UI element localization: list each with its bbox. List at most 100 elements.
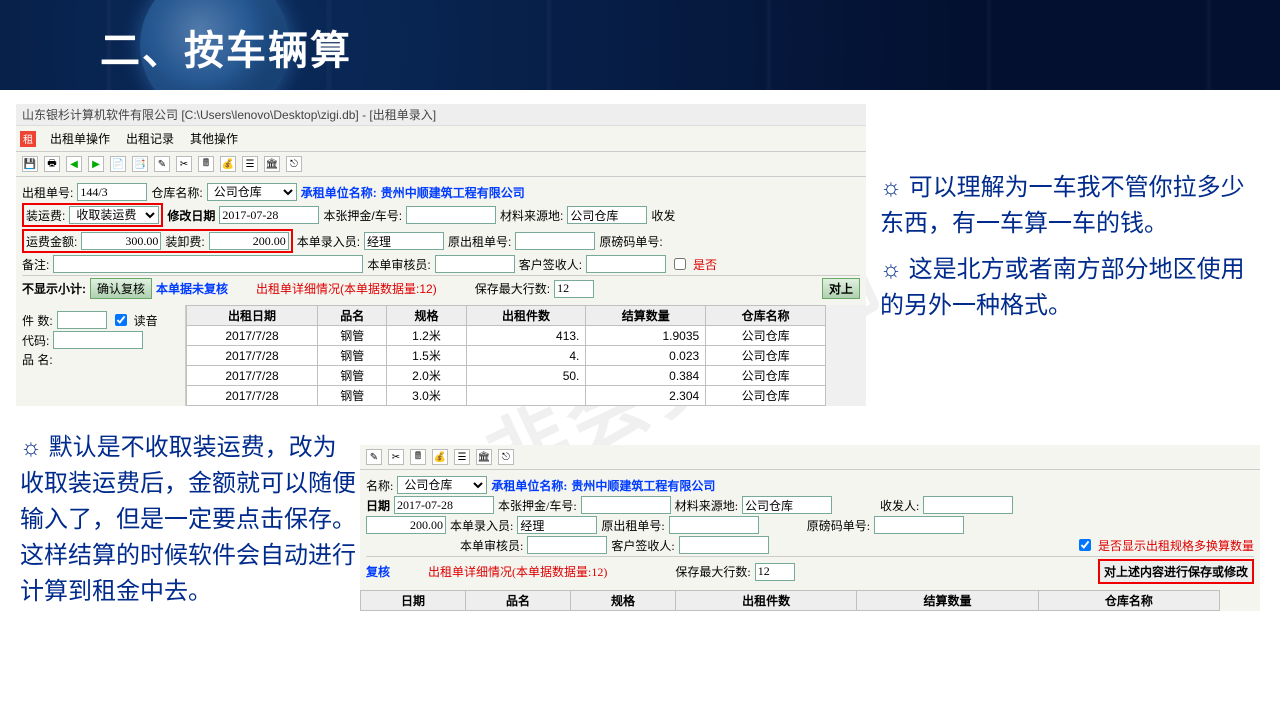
- input-audit[interactable]: [435, 255, 515, 273]
- tool-next-icon[interactable]: ▶: [88, 156, 104, 172]
- label-flag-partial: 是否: [693, 256, 717, 273]
- detail-info-2: 出租单详细情况(本单据数据量:12): [428, 563, 607, 580]
- input2-entry[interactable]: [517, 516, 597, 534]
- label2-store: 名称:: [366, 477, 393, 494]
- label2-entry: 本单录入员:: [450, 517, 513, 534]
- col2-store[interactable]: 仓库名称: [1038, 591, 1219, 611]
- tool-cut-icon[interactable]: ✂: [176, 156, 192, 172]
- input2-load-fee[interactable]: [366, 516, 446, 534]
- col-name[interactable]: 品名: [318, 306, 387, 326]
- toolbar-2: ✎ ✂ 🖩 💰 ☰ 🏛 ⎋: [360, 445, 1260, 470]
- tool2-cut-icon[interactable]: ✂: [388, 449, 404, 465]
- tool-new-icon[interactable]: 📄: [110, 156, 126, 172]
- note-r2: 这是北方或者南方部分地区使用的另外一种格式。: [880, 252, 1260, 324]
- col2-name[interactable]: 品名: [466, 591, 571, 611]
- tool-edit-icon[interactable]: ✎: [154, 156, 170, 172]
- col-qty[interactable]: 出租件数: [466, 306, 586, 326]
- tool-list-icon[interactable]: ☰: [242, 156, 258, 172]
- label2-audit: 本单审核员:: [460, 537, 523, 554]
- col2-qty[interactable]: 出租件数: [676, 591, 857, 611]
- tool2-calc-icon[interactable]: 🖩: [410, 449, 426, 465]
- tool2-list-icon[interactable]: ☰: [454, 449, 470, 465]
- input-order-no[interactable]: [77, 183, 147, 201]
- menu-rental-ops[interactable]: 出租单操作: [44, 128, 116, 149]
- confirm-audit-button[interactable]: 确认复核: [90, 278, 152, 299]
- select-freight-mode[interactable]: 收取装运费: [69, 206, 159, 224]
- label-weigh: 原磅码单号:: [599, 233, 662, 250]
- input2-recv[interactable]: [923, 496, 1013, 514]
- input-freight-amt[interactable]: [81, 232, 161, 250]
- label-orig: 原出租单号:: [448, 233, 511, 250]
- tool-exit-icon[interactable]: ⎋: [286, 156, 302, 172]
- select-store[interactable]: 公司仓库: [207, 183, 297, 201]
- table-row[interactable]: 2017/7/28钢管1.2米413.1.9035公司仓库: [187, 326, 826, 346]
- label-read: 读音: [134, 312, 158, 329]
- label-subtotal: 不显示小计:: [22, 280, 86, 297]
- input-sign[interactable]: [586, 255, 666, 273]
- left-panel: 件 数: 读音 代码: 品 名:: [16, 305, 186, 406]
- col-calc[interactable]: 结算数量: [586, 306, 706, 326]
- note-r1: 可以理解为一车我不管你拉多少东西，有一车算一车的钱。: [880, 170, 1260, 242]
- label-count: 件 数:: [22, 312, 53, 329]
- app-window-2: ✎ ✂ 🖩 💰 ☰ 🏛 ⎋ 名称: 公司仓库 承租单位名称: 贵州中顺建筑工程有…: [360, 445, 1260, 611]
- input-entry[interactable]: [364, 232, 444, 250]
- input-load-fee[interactable]: [209, 232, 289, 250]
- col-date[interactable]: 出租日期: [187, 306, 318, 326]
- col2-date[interactable]: 日期: [361, 591, 466, 611]
- save-button-highlighted[interactable]: 对上述内容进行保存或修改: [1098, 559, 1254, 584]
- input-maxrow[interactable]: [554, 280, 594, 298]
- tool-print-icon[interactable]: 🖶: [44, 156, 60, 172]
- input2-deposit[interactable]: [581, 496, 671, 514]
- input-orig[interactable]: [515, 232, 595, 250]
- input2-src[interactable]: [742, 496, 832, 514]
- label2-weigh: 原磅码单号:: [807, 517, 870, 534]
- col-store[interactable]: 仓库名称: [706, 306, 826, 326]
- col-spec[interactable]: 规格: [387, 306, 466, 326]
- menu-other-ops[interactable]: 其他操作: [184, 128, 244, 149]
- tool2-bank-icon[interactable]: 🏛: [476, 449, 492, 465]
- col2-calc[interactable]: 结算数量: [857, 591, 1038, 611]
- table-row[interactable]: 2017/7/28钢管1.5米4.0.023公司仓库: [187, 346, 826, 366]
- input-code[interactable]: [53, 331, 143, 349]
- input-mod-date[interactable]: [219, 206, 319, 224]
- save-top-button[interactable]: 对上: [822, 278, 860, 299]
- tool-money-icon[interactable]: 💰: [220, 156, 236, 172]
- label2-sign: 客户签收人:: [611, 537, 674, 554]
- left-notes: 默认是不收取装运费，改为收取装运费后，金额就可以随便输入了，但是一定要点击保存。…: [20, 430, 360, 610]
- label-deposit: 本张押金/车号:: [323, 207, 402, 224]
- label2-maxrow: 保存最大行数:: [675, 563, 750, 580]
- input-remark[interactable]: [53, 255, 363, 273]
- input2-audit[interactable]: [527, 536, 607, 554]
- tool2-money-icon[interactable]: 💰: [432, 449, 448, 465]
- app-window-1: 山东银杉计算机软件有限公司 [C:\Users\lenovo\Desktop\z…: [16, 104, 866, 406]
- select2-store[interactable]: 公司仓库: [397, 476, 487, 494]
- table-row[interactable]: 2017/7/28钢管3.0米2.304公司仓库: [187, 386, 826, 406]
- tool-bank-icon[interactable]: 🏛: [264, 156, 280, 172]
- tool-calc-icon[interactable]: 🖩: [198, 156, 214, 172]
- tool-prev-icon[interactable]: ◀: [66, 156, 82, 172]
- tool-save-icon[interactable]: 💾: [22, 156, 38, 172]
- tool2-edit-icon[interactable]: ✎: [366, 449, 382, 465]
- input2-orig[interactable]: [669, 516, 759, 534]
- input-deposit[interactable]: [406, 206, 496, 224]
- tool-copy-icon[interactable]: 📑: [132, 156, 148, 172]
- label-tenant: 承租单位名称:: [301, 184, 377, 201]
- input2-weigh[interactable]: [874, 516, 964, 534]
- form-zone: 出租单号: 仓库名称: 公司仓库 承租单位名称: 贵州中顺建筑工程有限公司 装运…: [16, 177, 866, 305]
- label-remark: 备注:: [22, 256, 49, 273]
- input-src[interactable]: [567, 206, 647, 224]
- col2-spec[interactable]: 规格: [571, 591, 676, 611]
- label-freight-amt: 运费金额:: [26, 233, 77, 250]
- input2-maxrow[interactable]: [755, 563, 795, 581]
- menu-rental-records[interactable]: 出租记录: [120, 128, 180, 149]
- input2-date[interactable]: [394, 496, 494, 514]
- table-row[interactable]: 2017/7/28钢管2.0米50.0.384公司仓库: [187, 366, 826, 386]
- tool2-exit-icon[interactable]: ⎋: [498, 449, 514, 465]
- checkbox2-flag[interactable]: [1079, 539, 1091, 551]
- checkbox-read[interactable]: [115, 314, 127, 326]
- checkbox-flag[interactable]: [674, 258, 686, 270]
- input-count[interactable]: [57, 311, 107, 329]
- amount-redbox: 运费金额: 装卸费:: [22, 229, 293, 253]
- value2-tenant: 贵州中顺建筑工程有限公司: [571, 477, 715, 494]
- input2-sign[interactable]: [679, 536, 769, 554]
